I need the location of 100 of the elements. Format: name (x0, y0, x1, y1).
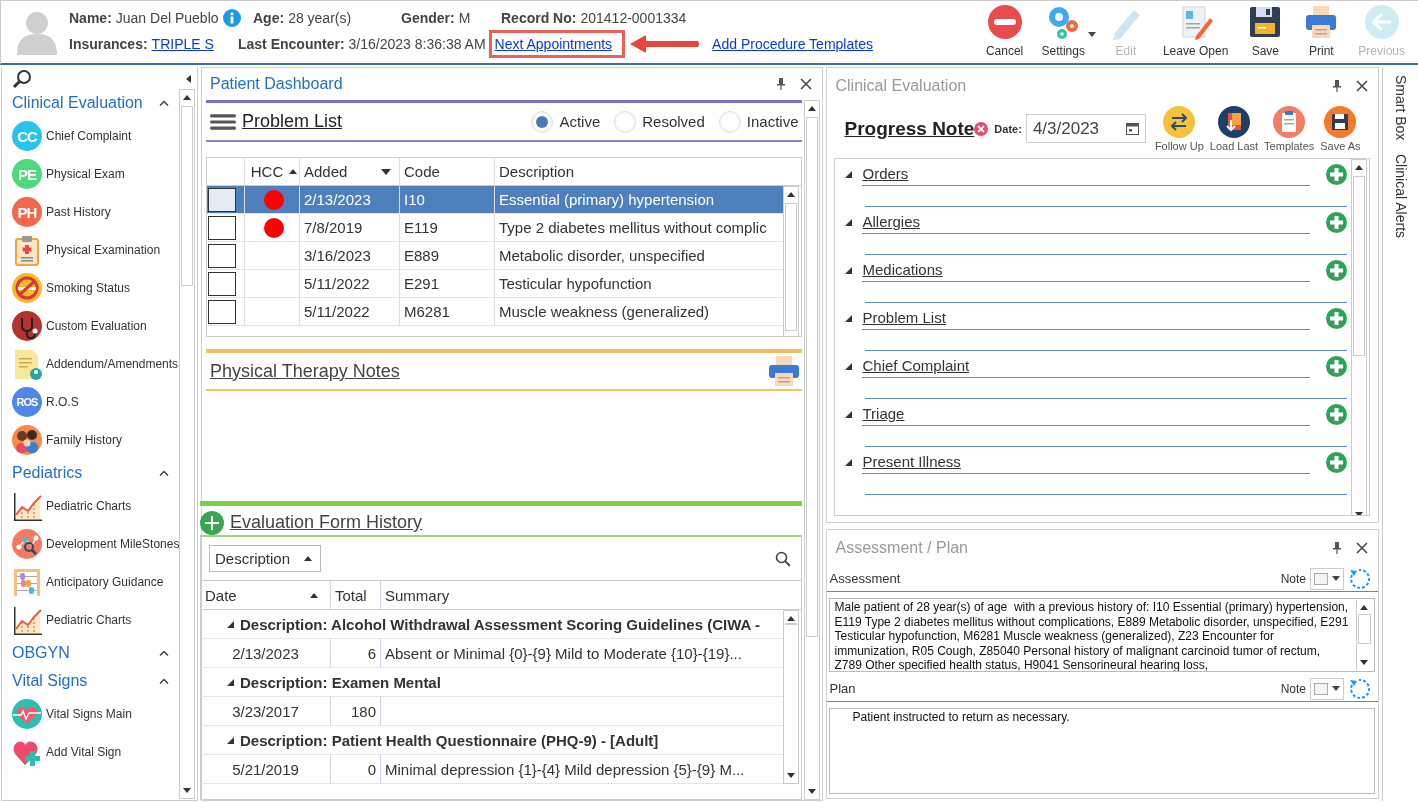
action-button[interactable]: Save As (1317, 105, 1364, 152)
scrollbar[interactable] (783, 186, 800, 336)
column-header[interactable]: Description (495, 158, 781, 185)
dropdown-caret-icon[interactable] (381, 168, 391, 175)
checkbox[interactable] (208, 243, 236, 268)
close-icon[interactable] (1356, 542, 1369, 554)
sidebar-item[interactable]: Vital Signs Main (46, 707, 132, 721)
side-tab[interactable]: Smart Box (1392, 75, 1409, 141)
table-row[interactable]: 2/13/2023 I10 Essential (primary) hypertension (207, 186, 784, 214)
pin-icon[interactable] (1332, 79, 1343, 92)
scrollbar[interactable] (783, 610, 800, 784)
table-row[interactable]: 5/11/2022 M6281 Muscle weakness (generalized) (207, 298, 784, 326)
radio-button[interactable]: Inactive (718, 110, 799, 133)
refresh-icon[interactable] (1348, 567, 1371, 590)
sidebar-item[interactable]: Smoking Status (46, 281, 131, 295)
section-link[interactable]: Triage (862, 402, 1311, 427)
toolbar-button[interactable]: Cancel (976, 4, 1033, 58)
add-icon[interactable] (1326, 403, 1348, 425)
note-title-link[interactable]: Progress Note (844, 117, 975, 140)
section-link[interactable]: Present Illness (862, 450, 1311, 475)
sidebar-item[interactable]: Physical Examination (46, 243, 161, 257)
column-header[interactable]: Code (400, 158, 495, 185)
pin-icon[interactable] (776, 78, 787, 90)
pin-icon[interactable] (1332, 542, 1343, 554)
printer-icon[interactable] (768, 356, 801, 386)
sidebar-item[interactable]: Physical Exam (46, 167, 125, 181)
table-row[interactable]: 3/16/2023 E889 Metabolic disorder, unspecified (207, 242, 784, 270)
sidebar-item[interactable]: R.O.S (46, 395, 79, 409)
expand-icon[interactable] (845, 410, 853, 418)
section-title[interactable]: Pediatrics (12, 464, 83, 482)
scrollbar[interactable] (804, 100, 821, 800)
chevron-icon[interactable] (159, 650, 169, 656)
sort-ascending-icon[interactable] (289, 169, 298, 174)
radio-button[interactable]: Active (531, 110, 601, 133)
expand-icon[interactable] (845, 170, 853, 178)
action-button[interactable]: Load Last (1206, 105, 1262, 152)
section-title[interactable]: Clinical Evaluation (12, 94, 143, 112)
group-by-dropdown[interactable]: Description (209, 545, 322, 572)
add-icon[interactable] (1326, 307, 1348, 329)
sidebar-item[interactable]: Development MileStones (46, 537, 179, 551)
checkbox[interactable] (208, 187, 236, 212)
toolbar-button[interactable]: Settings (1032, 4, 1094, 58)
sidebar-item[interactable]: Add Vital Sign (46, 745, 122, 759)
note-format-dropdown[interactable] (1310, 677, 1345, 700)
sidebar-item[interactable]: Past History (46, 205, 111, 219)
sidebar-item[interactable]: Family History (46, 433, 122, 447)
expand-icon[interactable] (227, 678, 234, 686)
column-header[interactable]: Added (300, 158, 400, 185)
section-link[interactable]: Physical Therapy Notes (210, 360, 400, 382)
section-title[interactable]: OBGYN (12, 644, 70, 662)
column-header[interactable]: Total (331, 581, 381, 609)
close-icon[interactable] (1356, 79, 1369, 92)
add-icon[interactable] (1326, 451, 1348, 473)
expand-icon[interactable] (845, 362, 853, 370)
sidebar-item[interactable]: Pediatric Charts (46, 613, 132, 627)
sidebar-item[interactable]: Chief Complaint (46, 129, 132, 143)
scrollbar[interactable] (179, 89, 195, 799)
search-icon[interactable] (775, 550, 792, 567)
sidebar-item[interactable]: Anticipatory Guidance (46, 575, 164, 589)
expand-icon[interactable] (227, 736, 234, 744)
expand-icon[interactable] (845, 314, 853, 322)
section-link[interactable]: Allergies (862, 210, 1311, 235)
text-area[interactable]: Male patient of 28 year(s) of age with a previous history of: I10 Essential (primary) hypertension, E119 Type 2 diabetes mellitus without complications, E889 Metabolic disorder, unspecified, E291 Testicular hypofunction, M6281 Muscle weakness (generalized), Z23 Encounter for immunization, R05 Cough, Z85040 Personal history of malignant carcinoid tumor of rectum, Z789 Other specified health status, H9041 Sensorineural hearing loss, (829, 598, 1376, 672)
menu-icon[interactable] (210, 112, 236, 131)
insurance-link[interactable]: TRIPLE S (151, 36, 214, 52)
chevron-icon[interactable] (159, 470, 169, 476)
checkbox[interactable] (208, 215, 236, 240)
section-link[interactable]: Evaluation Form History (230, 512, 423, 533)
action-button[interactable]: Templates (1261, 105, 1318, 152)
sidebar-item[interactable]: Pediatric Charts (46, 499, 132, 513)
section-link[interactable]: Medications (862, 258, 1311, 283)
note-format-dropdown[interactable] (1310, 567, 1345, 590)
section-link[interactable]: Orders (862, 162, 1311, 187)
expand-icon[interactable] (845, 218, 853, 226)
action-button[interactable]: Follow Up (1151, 105, 1207, 152)
section-title[interactable]: Vital Signs (12, 672, 88, 690)
chevron-icon[interactable] (159, 100, 169, 106)
text-area[interactable]: Patient instructed to return as necessary. (829, 708, 1376, 794)
calendar-icon[interactable] (1125, 122, 1139, 136)
header-link[interactable]: Add Procedure Templates (712, 36, 873, 52)
radio-button[interactable]: Resolved (614, 110, 705, 133)
date-field[interactable]: 4/3/2023 (1025, 114, 1146, 144)
header-link[interactable]: Next Appointments (491, 33, 623, 55)
checkbox[interactable] (208, 299, 236, 324)
section-link[interactable]: Problem List (242, 111, 343, 132)
close-icon[interactable] (800, 78, 813, 90)
dropdown-caret-icon[interactable] (1087, 32, 1096, 37)
toolbar-button[interactable]: Print (1293, 4, 1350, 58)
sidebar-item[interactable]: Custom Evaluation (46, 319, 147, 333)
column-header[interactable]: Summary (381, 581, 785, 609)
checkbox[interactable] (208, 271, 236, 296)
add-icon[interactable] (1326, 211, 1348, 233)
refresh-icon[interactable] (1348, 677, 1371, 700)
table-row[interactable]: 7/8/2019 E119 Type 2 diabetes mellitus without complic (207, 214, 784, 242)
remove-icon[interactable] (974, 121, 989, 136)
info-icon[interactable] (222, 9, 241, 27)
add-icon[interactable] (1326, 259, 1348, 281)
section-link[interactable]: Problem List (862, 306, 1311, 331)
toolbar-button[interactable]: Leave Open (1153, 4, 1238, 58)
expand-icon[interactable] (845, 266, 853, 274)
